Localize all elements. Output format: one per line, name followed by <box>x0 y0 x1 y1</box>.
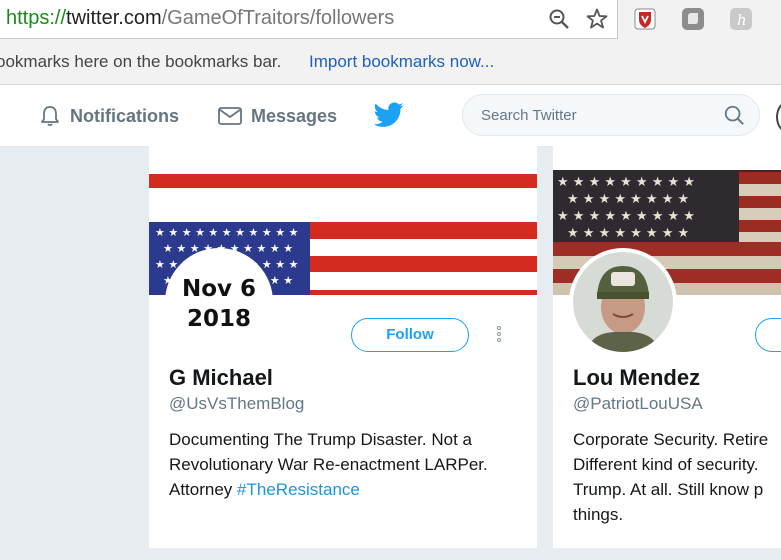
nav-notifications[interactable]: Notifications <box>38 104 179 128</box>
twitter-bird-icon[interactable] <box>374 102 404 128</box>
card-top-edge <box>553 146 781 170</box>
avatar-text-date: Nov 6 <box>181 276 257 302</box>
svg-text:★ ★ ★ ★ ★ ★ ★ ★: ★ ★ ★ ★ ★ ★ ★ ★ <box>567 226 689 241</box>
follow-button[interactable] <box>755 318 781 352</box>
follower-card: ★ ★ ★ ★ ★ ★ ★ ★ ★ ★ ★ ★ ★ ★ ★ ★ ★ ★ ★ ★ … <box>149 146 537 548</box>
nav-messages[interactable]: Messages <box>217 104 337 128</box>
url-host: twitter.com <box>66 7 162 29</box>
bell-icon <box>41 106 59 127</box>
envelope-icon <box>218 107 242 125</box>
extension-shield-icon[interactable] <box>633 7 657 31</box>
search-box[interactable] <box>462 94 760 136</box>
profile-avatar[interactable]: Nov 6 2018 <box>165 248 273 356</box>
more-options-icon[interactable] <box>497 326 503 344</box>
bookmarks-bar: ookmarks here on the bookmarks bar. Impo… <box>0 40 781 85</box>
avatar-text-year: 2018 <box>186 306 251 332</box>
bio-text: Corporate Security. Retire Different kin… <box>573 430 769 524</box>
svg-text:★ ★ ★ ★ ★ ★ ★ ★: ★ ★ ★ ★ ★ ★ ★ ★ <box>567 192 689 207</box>
zoom-icon[interactable] <box>547 7 571 31</box>
svg-text:h: h <box>737 11 747 29</box>
search-icon[interactable] <box>723 104 745 126</box>
url-scheme: https:// <box>6 7 67 29</box>
svg-text:★ ★ ★ ★ ★ ★ ★ ★ ★: ★ ★ ★ ★ ★ ★ ★ ★ ★ <box>557 209 695 224</box>
user-bio: Documenting The Trump Disaster. Not a Re… <box>169 427 529 502</box>
extension-h-icon[interactable]: h <box>729 7 753 31</box>
twitter-nav: Notifications Messages <box>0 85 781 147</box>
url-text[interactable]: https://twitter.com/GameOfTraitors/follo… <box>6 7 394 30</box>
user-bio: Corporate Security. Retire Different kin… <box>573 427 781 527</box>
address-bar[interactable]: https://twitter.com/GameOfTraitors/follo… <box>0 0 618 39</box>
profile-avatar[interactable] <box>569 248 677 356</box>
follow-button[interactable]: Follow <box>351 318 469 352</box>
follower-card: ★ ★ ★ ★ ★ ★ ★ ★ ★ ★ ★ ★ ★ ★ ★ ★ ★ ★ ★ ★ … <box>553 146 781 548</box>
bookmarks-hint: ookmarks here on the bookmarks bar. <box>0 52 282 71</box>
bookmark-star-icon[interactable] <box>585 7 609 31</box>
user-handle[interactable]: @PatriotLouUSA <box>573 394 703 414</box>
user-handle[interactable]: @UsVsThemBlog <box>169 394 304 414</box>
url-path: /GameOfTraitors/followers <box>161 7 395 29</box>
browser-toolbar: https://twitter.com/GameOfTraitors/follo… <box>0 0 781 40</box>
nav-notifications-label: Notifications <box>70 105 180 126</box>
svg-text:★ ★ ★ ★ ★ ★ ★ ★ ★ ★ ★: ★ ★ ★ ★ ★ ★ ★ ★ ★ ★ ★ <box>155 226 299 239</box>
bio-hashtag-link[interactable]: #TheResistance <box>237 480 360 499</box>
nav-messages-label: Messages <box>251 105 338 126</box>
extension-gray-icon[interactable] <box>681 7 705 31</box>
user-name[interactable]: Lou Mendez <box>573 365 700 391</box>
card-top-edge <box>149 146 537 170</box>
user-name[interactable]: G Michael <box>169 365 273 391</box>
general-portrait <box>573 252 673 352</box>
svg-text:★ ★ ★ ★ ★ ★ ★ ★ ★: ★ ★ ★ ★ ★ ★ ★ ★ ★ <box>557 175 695 190</box>
search-input[interactable] <box>479 106 713 125</box>
import-bookmarks-link[interactable]: Import bookmarks now... <box>309 52 494 72</box>
